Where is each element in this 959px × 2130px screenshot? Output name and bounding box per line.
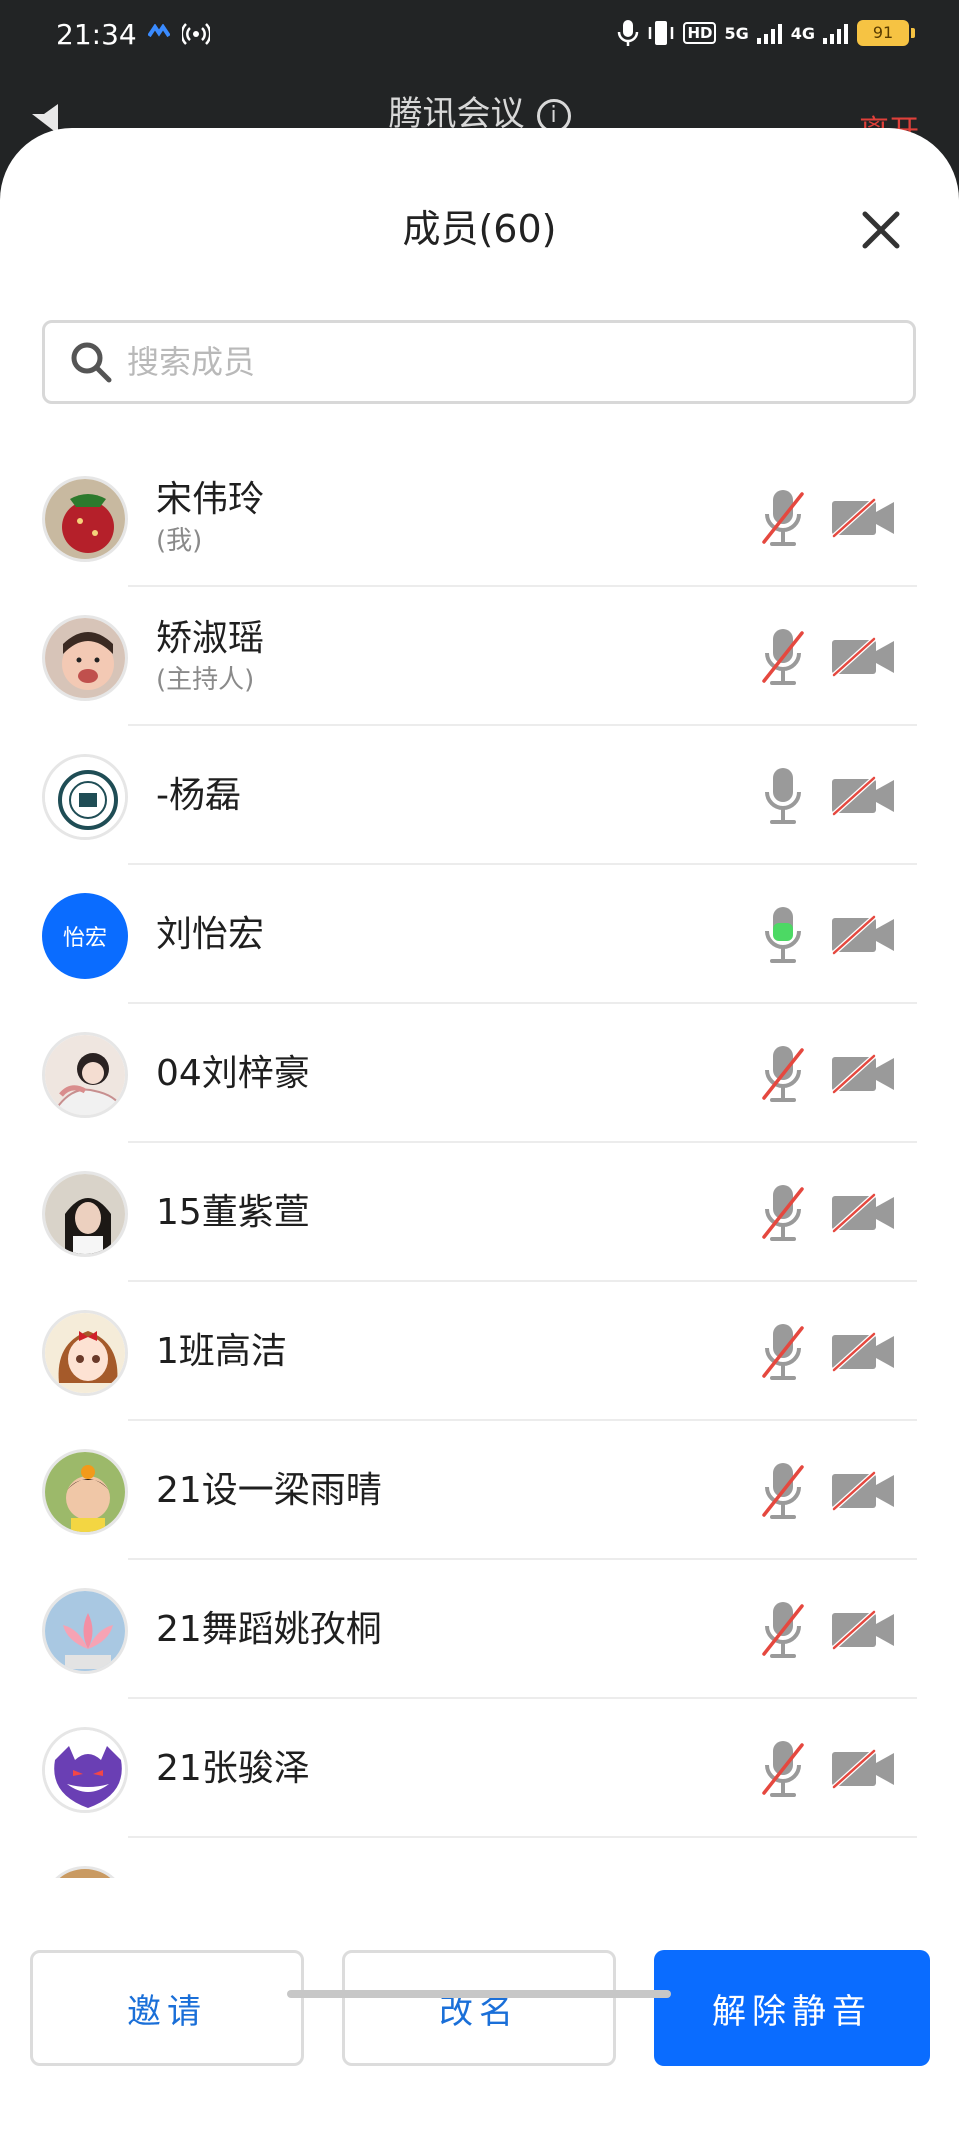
member-name: 矫淑瑶 [156,618,265,659]
mic-muted-icon[interactable] [760,1459,806,1523]
mic-status-icon [618,20,639,46]
signal-4g-icon [823,24,848,44]
avatar [42,754,128,840]
panel-title: 成员(60) [402,207,557,251]
camera-off-icon[interactable] [830,1471,896,1511]
member-name: 1班高洁 [156,1331,287,1372]
avatar [42,1866,128,1878]
avatar [42,1171,128,1257]
member-row[interactable]: 04刘梓豪 [0,1004,959,1143]
member-row[interactable]: 21设一梁雨晴 [0,1421,959,1560]
member-name: 宋伟玲 [156,479,265,520]
mic-muted-icon[interactable] [760,1320,806,1384]
hd-indicator: HD [683,22,717,44]
camera-off-icon[interactable] [830,1193,896,1233]
search-input[interactable] [127,343,913,381]
status-time: 21:34 [56,18,137,51]
camera-off-icon[interactable] [830,1749,896,1789]
signal-5g-icon [756,24,782,44]
camera-off-icon[interactable] [830,498,896,538]
network-5g: 5G [724,23,749,43]
member-row[interactable]: 1班高洁 [0,1282,959,1421]
battery-indicator: 91 [857,20,915,46]
mic-muted-icon[interactable] [760,486,806,550]
close-icon[interactable] [857,206,905,254]
search-box[interactable] [42,320,916,404]
microphone-icon[interactable] [760,903,806,967]
member-list[interactable]: 宋伟玲 (我) 矫淑瑶 (主持人) -杨磊 怡宏 刘怡宏 04刘梓豪 15董紫萱… [0,448,959,1878]
mic-muted-icon[interactable] [760,1598,806,1662]
member-name: 21设一梁雨晴 [156,1470,382,1511]
member-row[interactable]: 宋伟玲 (我) [0,448,959,587]
avatar: 怡宏 [42,893,128,979]
member-name: 15董紫萱 [156,1192,310,1233]
vibrate-icon [649,21,674,45]
action-bar: 邀请 改名 解除静音 [0,1900,959,2066]
member-role: (我) [156,526,203,556]
member-row[interactable]: 21张骏泽 [0,1699,959,1838]
avatar [42,1449,128,1535]
member-row[interactable]: -杨磊 [0,726,959,865]
member-info: -杨磊 [156,774,241,818]
member-info: 矫淑瑶 (主持人) [156,617,264,697]
member-info: 21舞蹈姚孜桐 [156,1608,382,1652]
mic-muted-icon[interactable] [760,1181,806,1245]
avatar [42,476,128,562]
rename-button[interactable]: 改名 [342,1950,616,2066]
member-row[interactable]: 21舞蹈姚孜桐 [0,1560,959,1699]
member-info: 刘怡宏 [156,913,264,957]
camera-off-icon[interactable] [830,1332,896,1372]
app-notification-icon [148,24,170,38]
camera-off-icon[interactable] [830,637,896,677]
members-panel: 成员(60) 宋伟玲 (我) 矫淑瑶 (主持人) -杨磊 [0,128,959,2130]
search-icon [71,342,112,383]
unmute-all-button[interactable]: 解除静音 [654,1950,930,2066]
camera-off-icon[interactable] [830,915,896,955]
camera-off-icon[interactable] [830,1610,896,1650]
avatar [42,1588,128,1674]
member-row-partial [0,1838,959,1878]
member-role: (主持人) [156,665,255,695]
mic-muted-icon[interactable] [760,1737,806,1801]
avatar [42,1727,128,1813]
avatar [42,1032,128,1118]
network-4g: 4G [790,23,815,43]
home-indicator [287,1990,671,1998]
mic-muted-icon[interactable] [760,625,806,689]
member-row[interactable]: 15董紫萱 [0,1143,959,1282]
member-row[interactable]: 怡宏 刘怡宏 [0,865,959,1004]
member-name: 21舞蹈姚孜桐 [156,1609,382,1650]
member-name: 04刘梓豪 [156,1053,310,1094]
hotspot-icon [182,23,210,45]
app-root: 21:34 HD 5G 4G 91 腾讯会议i 离开 成员(60) 宋伟玲 [0,0,959,2130]
member-info: 21张骏泽 [156,1747,310,1791]
avatar [42,615,128,701]
camera-off-icon[interactable] [830,1054,896,1094]
microphone-icon[interactable] [760,764,806,828]
status-right: HD 5G 4G 91 [617,18,915,48]
member-info: 04刘梓豪 [156,1052,310,1096]
mic-muted-icon[interactable] [760,1042,806,1106]
member-name: 刘怡宏 [156,914,265,955]
member-row[interactable]: 矫淑瑶 (主持人) [0,587,959,726]
avatar [42,1310,128,1396]
camera-off-icon[interactable] [830,776,896,816]
status-bar: 21:34 HD 5G 4G 91 [0,0,959,72]
member-info: 21设一梁雨晴 [156,1469,382,1513]
member-info: 15董紫萱 [156,1191,310,1235]
member-name: 21张骏泽 [156,1748,310,1789]
member-info: 宋伟玲 (我) [156,478,264,558]
member-name: -杨磊 [156,775,241,816]
member-info: 1班高洁 [156,1330,287,1374]
invite-button[interactable]: 邀请 [30,1950,304,2066]
